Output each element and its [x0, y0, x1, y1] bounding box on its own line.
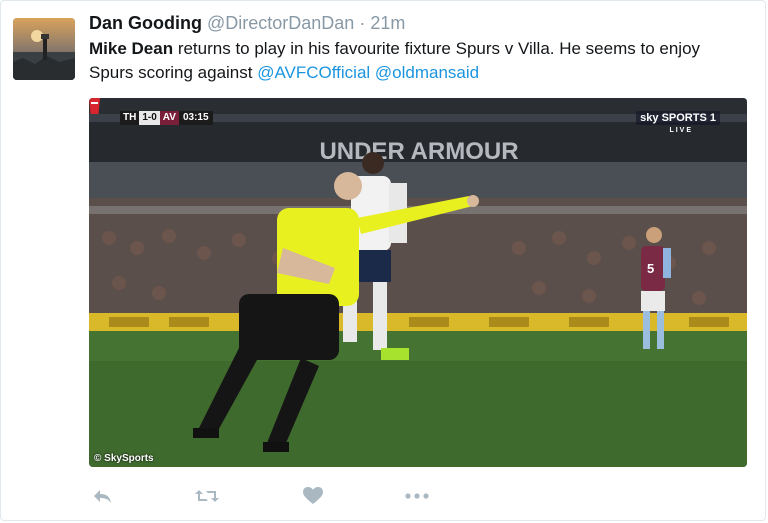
- avatar[interactable]: [13, 18, 75, 80]
- broadcaster-logo: sky SPORTS 1: [636, 111, 720, 125]
- tweet-text: Mike Dean returns to play in his favouri…: [89, 37, 749, 85]
- avatar-image: [13, 18, 75, 80]
- svg-text:5: 5: [647, 261, 654, 276]
- tweet-media[interactable]: UNDER ARMOUR 5 TH 1-0 AV 03:15 sky SPORT…: [89, 98, 747, 467]
- retweet-icon: [195, 490, 219, 502]
- retweet-button[interactable]: [194, 486, 220, 506]
- board-text: UNDER ARMOUR: [319, 138, 518, 165]
- reply-icon: [94, 490, 111, 503]
- separator-dot: ·: [359, 13, 366, 33]
- tweet-card: Dan Gooding @DirectorDanDan · 21m Mike D…: [0, 0, 766, 521]
- image-credit: © SkySports: [94, 453, 154, 464]
- scorebug-time: 03:15: [178, 111, 213, 125]
- live-label: LIVE: [669, 127, 693, 134]
- scorebug-home: TH: [120, 111, 140, 125]
- scorebug-score: 1-0: [139, 111, 160, 125]
- cup-icon: [89, 98, 100, 114]
- scorebug-away: AV: [159, 111, 179, 125]
- more-icon: [405, 493, 429, 499]
- media-image: UNDER ARMOUR 5: [89, 98, 747, 467]
- more-button[interactable]: [404, 486, 430, 506]
- mention-link[interactable]: @AVFCOfficial: [257, 63, 370, 82]
- heart-icon: [303, 487, 323, 504]
- reply-button[interactable]: [89, 486, 115, 506]
- author-handle[interactable]: @DirectorDanDan: [207, 13, 354, 33]
- scorebug: TH 1-0 AV 03:15: [120, 111, 213, 125]
- author-name[interactable]: Dan Gooding: [89, 13, 202, 33]
- tweet-timestamp[interactable]: 21m: [370, 13, 405, 33]
- tweet-text-bold: Mike Dean: [89, 39, 174, 58]
- tweet-header: Dan Gooding @DirectorDanDan · 21m: [89, 13, 405, 34]
- mention-link[interactable]: @oldmansaid: [375, 63, 479, 82]
- like-button[interactable]: [300, 486, 326, 506]
